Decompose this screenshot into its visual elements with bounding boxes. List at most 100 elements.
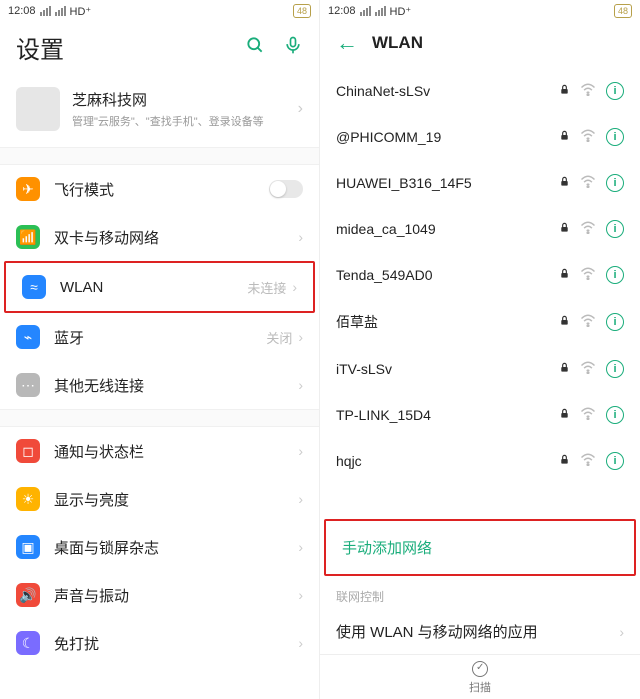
wifi-info-icon[interactable]: i	[606, 220, 624, 238]
wifi-info-icon[interactable]: i	[606, 313, 624, 331]
status-bar: 12:08 HD⁺ 48	[320, 0, 640, 22]
wifi-row[interactable]: midea_ca_1049 i	[320, 206, 640, 252]
settings-row-sound[interactable]: 🔊声音与振动›	[0, 571, 319, 619]
row-label: 声音与振动	[54, 585, 298, 606]
status-time: 12:08	[8, 5, 36, 17]
chevron-right-icon: ›	[298, 491, 303, 507]
wifi-row[interactable]: iTV-sLSv i	[320, 346, 640, 392]
chevron-right-icon: ›	[619, 624, 624, 640]
wifi-info-icon[interactable]: i	[606, 174, 624, 192]
wifi-signal-icon	[580, 314, 596, 330]
wifi-ssid: iTV-sLSv	[336, 361, 559, 377]
section-gap	[0, 147, 319, 165]
wlan-highlight: ≈WLAN未连接›	[4, 261, 315, 313]
wifi-info-icon[interactable]: i	[606, 406, 624, 424]
wifi-row[interactable]: hqjc i	[320, 438, 640, 484]
settings-row-dualsim[interactable]: 📶 双卡与移动网络›	[0, 213, 319, 261]
wifi-info-icon[interactable]: i	[606, 266, 624, 284]
settings-header: 设置	[0, 22, 319, 77]
settings-row-dnd[interactable]: ☾ 免打扰›	[0, 619, 319, 667]
scan-icon	[472, 661, 488, 677]
desktop-icon: ▣	[16, 535, 40, 559]
wifi-info-icon[interactable]: i	[606, 360, 624, 378]
lock-icon	[559, 361, 570, 377]
section-label-network-control: 联网控制	[320, 576, 640, 609]
lock-icon	[559, 267, 570, 283]
wifi-info-icon[interactable]: i	[606, 452, 624, 470]
wifi-ssid: @PHICOMM_19	[336, 129, 559, 145]
wifi-ssid: TP-LINK_15D4	[336, 407, 559, 423]
signal-icon	[40, 6, 51, 16]
settings-row-other[interactable]: ⋯其他无线连接›	[0, 361, 319, 409]
status-bar: 12:08 HD⁺ 48	[0, 0, 319, 22]
profile-row[interactable]: 芝麻科技网 管理"云服务"、"查找手机"、登录设备等 ›	[0, 77, 319, 147]
wifi-ssid: hqjc	[336, 453, 559, 469]
notify-icon: ◻	[16, 439, 40, 463]
row-status: 关闭	[266, 328, 292, 347]
wifi-ssid: midea_ca_1049	[336, 221, 559, 237]
wifi-info-icon[interactable]: i	[606, 128, 624, 146]
lock-icon	[559, 129, 570, 145]
dualsim-icon: 📶	[16, 225, 40, 249]
lock-icon	[559, 221, 570, 237]
manual-add-highlight: 手动添加网络	[324, 519, 636, 576]
wifi-row[interactable]: 佰草盐i	[320, 298, 640, 346]
settings-row-desktop[interactable]: ▣ 桌面与锁屏杂志›	[0, 523, 319, 571]
page-title: WLAN	[372, 33, 423, 53]
settings-row-wlan[interactable]: ≈WLAN未连接›	[6, 263, 313, 311]
wlan-screen: 12:08 HD⁺ 48 ← WLAN ChinaNet-sLSvi@PHICO…	[320, 0, 640, 699]
back-icon[interactable]: ←	[336, 30, 358, 56]
chevron-right-icon: ›	[298, 329, 303, 345]
wifi-ssid: HUAWEI_B316_14F5	[336, 175, 559, 191]
scan-label: 扫描	[469, 679, 491, 695]
row-label: 显示与亮度	[54, 489, 298, 510]
row-label: 蓝牙	[54, 327, 266, 348]
settings-screen: 12:08 HD⁺ 48 设置 芝麻科技网 管理"云服务"、"查找手机"、登录设…	[0, 0, 320, 699]
manual-add-network[interactable]: 手动添加网络	[326, 521, 634, 574]
status-time: 12:08	[328, 5, 356, 17]
wifi-row[interactable]: Tenda_549AD0i	[320, 252, 640, 298]
row-label: 双卡与移动网络	[54, 227, 298, 248]
wlan-icon: ≈	[22, 275, 46, 299]
signal-icon	[360, 6, 371, 16]
settings-row-bluetooth[interactable]: ⌁蓝牙关闭›	[0, 313, 319, 361]
profile-name: 芝麻科技网	[72, 89, 298, 110]
wifi-row[interactable]: HUAWEI_B316_14F5 i	[320, 160, 640, 206]
wifi-row[interactable]: @PHICOMM_19 i	[320, 114, 640, 160]
wifi-row[interactable]: TP-LINK_15D4 i	[320, 392, 640, 438]
voice-icon[interactable]	[283, 35, 303, 61]
avatar	[16, 87, 60, 131]
settings-group-connectivity: ✈飞行模式📶双卡与移动网络›≈WLAN未连接›⌁蓝牙关闭›⋯其他无线连接›	[0, 165, 319, 409]
chevron-right-icon: ›	[292, 279, 297, 295]
toggle-switch[interactable]	[269, 180, 303, 198]
battery-badge: 48	[614, 4, 632, 18]
wifi-ssid: ChinaNet-sLSv	[336, 83, 559, 99]
wifi-info-icon[interactable]: i	[606, 82, 624, 100]
battery-badge: 48	[293, 4, 311, 18]
chevron-right-icon: ›	[298, 635, 303, 651]
wifi-signal-icon	[580, 83, 596, 99]
settings-row-notify[interactable]: ◻通知与状态栏›	[0, 427, 319, 475]
airplane-icon: ✈	[16, 177, 40, 201]
chevron-right-icon: ›	[298, 229, 303, 245]
settings-row-airplane[interactable]: ✈ 飞行模式	[0, 165, 319, 213]
row-label: 其他无线连接	[54, 375, 298, 396]
scan-button[interactable]: 扫描	[320, 654, 640, 699]
lock-icon	[559, 314, 570, 330]
signal-icon-2	[375, 6, 386, 16]
wifi-signal-icon	[580, 129, 596, 145]
chevron-right-icon: ›	[298, 443, 303, 459]
profile-sub: 管理"云服务"、"查找手机"、登录设备等	[72, 113, 298, 129]
row-label: 桌面与锁屏杂志	[54, 537, 298, 558]
wifi-signal-icon	[580, 361, 596, 377]
wifi-list: ChinaNet-sLSvi@PHICOMM_19iHUAWEI_B316_14…	[320, 68, 640, 519]
apps-network-row[interactable]: 使用 WLAN 与移动网络的应用 ›	[320, 609, 640, 654]
row-label: 飞行模式	[54, 179, 269, 200]
chevron-right-icon: ›	[298, 539, 303, 555]
wifi-row[interactable]: ChinaNet-sLSv i	[320, 68, 640, 114]
search-icon[interactable]	[245, 35, 265, 61]
row-label: 免打扰	[54, 633, 298, 654]
row-label: WLAN	[60, 279, 247, 296]
dnd-icon: ☾	[16, 631, 40, 655]
settings-row-display[interactable]: ☀显示与亮度›	[0, 475, 319, 523]
